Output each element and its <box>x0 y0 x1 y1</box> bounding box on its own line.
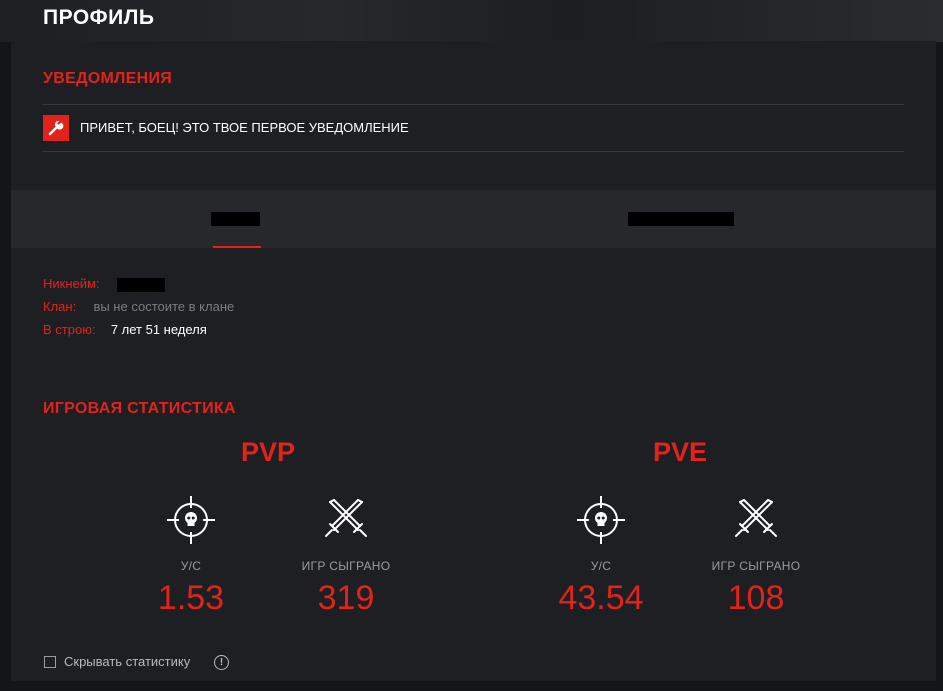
notifications-title: УВЕДОМЛЕНИЯ <box>43 70 173 87</box>
service-row: В строю: 7 лет 51 неделя <box>43 322 207 337</box>
hide-stats-checkbox[interactable] <box>44 656 56 668</box>
service-value: 7 лет 51 неделя <box>110 322 207 337</box>
pvp-games-value: 319 <box>317 579 375 617</box>
crossed-swords-icon <box>320 494 372 546</box>
crosshair-skull-icon <box>575 494 627 546</box>
service-label: В строю: <box>43 322 96 337</box>
notification-item[interactable]: ПРИВЕТ, БОЕЦ! ЭТО ТВОЕ ПЕРВОЕ УВЕДОМЛЕНИ… <box>80 120 409 135</box>
profile-tabs <box>11 190 936 248</box>
crossed-swords-icon <box>730 494 782 546</box>
tab-second-redacted[interactable] <box>628 212 734 226</box>
pve-kd-value: 43.54 <box>558 579 644 617</box>
pvp-title: PVP <box>240 437 296 467</box>
notifications-divider-bottom <box>43 151 904 152</box>
clan-label: Клан: <box>43 299 77 314</box>
pvp-kd-value: 1.53 <box>157 579 225 617</box>
tab-active-indicator <box>213 246 261 248</box>
info-icon[interactable]: ! <box>214 655 229 670</box>
nickname-value-redacted <box>116 277 165 292</box>
pve-games-label: ИГР СЫГРАНО <box>711 559 801 573</box>
nickname-label: Никнейм: <box>43 276 100 291</box>
pve-title: PVE <box>652 437 708 467</box>
nickname-row: Никнейм: <box>43 276 165 292</box>
page-title: ПРОФИЛЬ <box>43 6 155 29</box>
clan-value: вы не состоите в клане <box>93 299 235 314</box>
clan-row: Клан: вы не состоите в клане <box>43 299 234 314</box>
stats-title: ИГРОВАЯ СТАТИСТИКА <box>43 400 236 417</box>
hide-stats-label[interactable]: Скрывать статистику <box>64 654 190 669</box>
wrench-icon <box>43 115 69 141</box>
pvp-games-label: ИГР СЫГРАНО <box>301 559 391 573</box>
notifications-divider-top <box>43 104 904 105</box>
crosshair-skull-icon <box>165 494 217 546</box>
tab-first-redacted[interactable] <box>211 212 260 226</box>
pve-games-value: 108 <box>727 579 785 617</box>
pvp-kd-label: У/С <box>180 559 202 573</box>
pve-kd-label: У/С <box>590 559 612 573</box>
